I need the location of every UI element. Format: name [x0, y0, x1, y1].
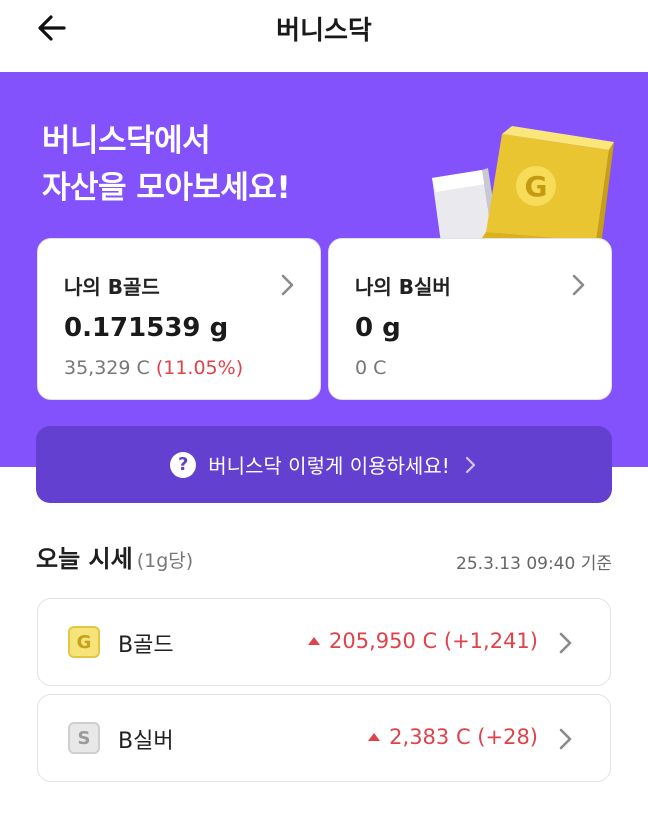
gold-price-row[interactable]: G B골드 205,950 C (+1,241)	[37, 598, 611, 686]
chevron-right-icon	[465, 456, 475, 473]
my-gold-card[interactable]: 나의 B골드 0.171539 g 35,329 C (11.05%)	[37, 238, 321, 400]
how-to-use-button[interactable]: ? 버니스닥 이렇게 이용하세요!	[36, 426, 612, 503]
svg-text:G: G	[525, 170, 548, 203]
my-silver-label: 나의 B실버	[355, 275, 451, 299]
price-timestamp: 25.3.13 09:40 기준	[456, 554, 612, 574]
silver-price: 2,383 C (+28)	[367, 725, 538, 749]
todays-price-title: 오늘 시세 (1g당)	[36, 539, 193, 574]
chevron-right-icon	[559, 632, 572, 654]
silver-price-value: 2,383 C (+28)	[389, 725, 538, 749]
silver-coin-icon: S	[68, 722, 100, 754]
chevron-right-icon	[281, 274, 294, 296]
gold-price: 205,950 C (+1,241)	[307, 629, 538, 653]
hero-title-line-1: 버니스닥에서	[42, 123, 211, 159]
app-header: 버니스닥	[0, 0, 648, 72]
chevron-right-icon	[572, 274, 585, 296]
gold-price-value: 205,950 C (+1,241)	[329, 629, 538, 653]
my-silver-value: 0 C	[355, 357, 387, 379]
my-gold-coin-value: 35,329 C	[64, 357, 150, 379]
my-gold-return-rate: (11.05%)	[155, 357, 244, 379]
my-gold-label: 나의 B골드	[64, 275, 160, 299]
chevron-right-icon	[559, 728, 572, 750]
todays-price-heading: 오늘 시세	[36, 545, 133, 573]
page-title: 버니스닥	[276, 16, 372, 46]
my-silver-amount: 0 g	[355, 313, 401, 343]
price-unit: (1g당)	[136, 550, 194, 572]
question-icon: ?	[170, 451, 197, 478]
my-silver-card[interactable]: 나의 B실버 0 g 0 C	[328, 238, 612, 400]
silver-name: B실버	[118, 729, 174, 754]
gold-bars-illustration: G	[432, 126, 614, 250]
silver-price-row[interactable]: S B실버 2,383 C (+28)	[37, 694, 611, 782]
gold-coin-icon: G	[68, 626, 100, 658]
gold-name: B골드	[118, 633, 174, 658]
hero-title: 버니스닥에서 자산을 모아보세요!	[42, 118, 291, 212]
how-to-use-label: 버니스닥 이렇게 이용하세요!	[208, 454, 450, 478]
triangle-up-icon	[368, 733, 381, 741]
triangle-up-icon	[308, 637, 321, 645]
my-gold-amount: 0.171539 g	[64, 313, 229, 343]
hero-title-line-2: 자산을 모아보세요!	[42, 170, 291, 206]
my-gold-value: 35,329 C (11.05%)	[64, 357, 243, 379]
